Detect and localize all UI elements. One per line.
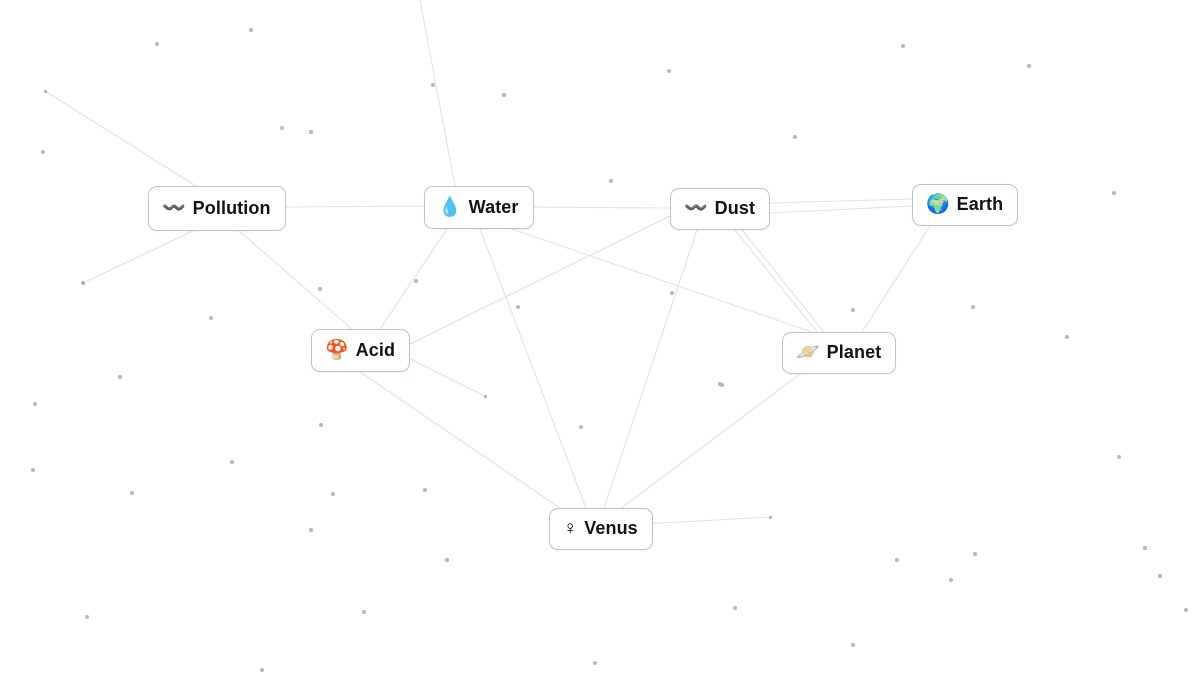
element-node-earth[interactable]: 🌍 Earth	[912, 184, 1019, 226]
element-node-label: Dust	[714, 198, 756, 219]
element-graph-canvas[interactable]: 〰️ Pollution 💧 Water 〰️ Dust 🌍 Earth 🍄 Acid 🪐 Plane…	[0, 0, 1200, 675]
element-node-label: Pollution	[192, 197, 271, 218]
element-node-label: Earth	[956, 194, 1004, 215]
element-node-venus[interactable]: ♀ Venus	[549, 508, 653, 550]
node-layer[interactable]: 〰️ Pollution 💧 Water 〰️ Dust 🌍 Earth 🍄 Acid 🪐 Plane…	[0, 0, 1200, 675]
wavy-dash-icon: 〰️	[684, 198, 708, 219]
droplet-icon: 💧	[438, 196, 462, 218]
element-node-label: Acid	[355, 339, 396, 360]
mushroom-icon: 🍄	[325, 339, 349, 361]
element-node-pollution[interactable]: 〰️ Pollution	[148, 186, 286, 231]
element-node-label: Planet	[826, 342, 882, 363]
globe-africa-icon: 🌍	[926, 194, 950, 215]
element-node-acid[interactable]: 🍄 Acid	[311, 329, 411, 372]
element-node-water[interactable]: 💧 Water	[424, 186, 534, 229]
venus-symbol-icon: ♀	[563, 518, 578, 539]
ringed-planet-icon: 🪐	[796, 342, 820, 363]
element-node-label: Water	[468, 196, 519, 217]
wavy-dash-icon: 〰️	[162, 197, 186, 219]
element-node-label: Venus	[584, 518, 638, 539]
element-node-dust[interactable]: 〰️ Dust	[670, 188, 771, 230]
element-node-planet[interactable]: 🪐 Planet	[782, 332, 897, 374]
